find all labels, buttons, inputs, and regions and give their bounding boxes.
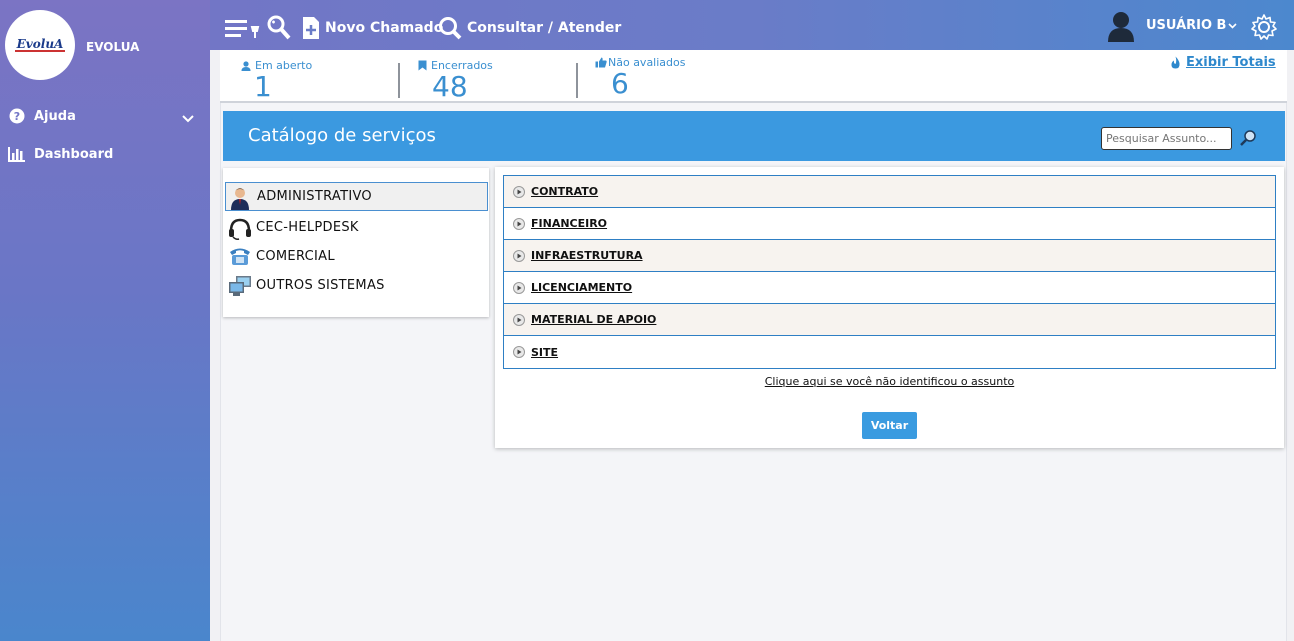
expand-arrow-icon — [513, 313, 525, 326]
divider — [576, 63, 578, 98]
thumbs-up-icon — [595, 57, 607, 68]
category-label: OUTROS SISTEMAS — [256, 278, 385, 293]
subject-row-material-de-apoio[interactable]: MATERIAL DE APOIO — [504, 304, 1275, 336]
bar-chart-icon — [8, 145, 26, 163]
subject-row-infraestrutura[interactable]: INFRAESTRUTURA — [504, 240, 1275, 272]
sidebar-item-ajuda[interactable]: ? Ajuda — [8, 107, 76, 125]
expand-arrow-icon — [513, 217, 525, 230]
subject-list: CONTRATO FINANCEIRO INFRAESTRUTURA LICEN… — [503, 175, 1276, 369]
advanced-search-icon[interactable] — [266, 14, 292, 42]
search-icon — [439, 17, 462, 40]
catalog-header: Catálogo de serviços — [223, 111, 1285, 161]
computers-icon — [228, 275, 251, 297]
search-subject-input[interactable] — [1101, 127, 1232, 150]
logo-text: EvoluA — [14, 37, 66, 52]
person-icon — [241, 60, 251, 71]
subject-label: CONTRATO — [531, 185, 599, 198]
chevron-down-icon — [1228, 22, 1238, 29]
subject-label: SITE — [531, 345, 559, 359]
catalog-title: Catálogo de serviços — [248, 125, 436, 146]
fire-icon — [1171, 56, 1180, 69]
stat-encerrados-value[interactable]: 48 — [432, 73, 468, 101]
menu-pin-icon[interactable] — [224, 17, 262, 41]
category-outros-sistemas[interactable]: OUTROS SISTEMAS — [225, 271, 488, 300]
category-list: ADMINISTRATIVO CEC-HELPDESK COMERCIAL OU… — [223, 168, 489, 317]
expand-arrow-icon — [513, 346, 525, 358]
question-circle-icon: ? — [8, 107, 26, 125]
exibir-totais-link[interactable]: Exibir Totais — [1170, 55, 1276, 70]
bookmark-icon — [418, 60, 427, 71]
user-name: USUÁRIO B — [1146, 18, 1227, 33]
category-cec-helpdesk[interactable]: CEC-HELPDESK — [225, 213, 488, 242]
expand-arrow-icon — [513, 249, 525, 262]
top-bar: Novo Chamado Consultar / Atender USUÁRIO… — [210, 0, 1294, 50]
consultar-label: Consultar / Atender — [467, 20, 622, 36]
new-document-icon — [303, 17, 319, 39]
gear-icon[interactable] — [1250, 13, 1278, 45]
expand-arrow-icon — [513, 185, 525, 198]
search-icon[interactable] — [1239, 129, 1257, 151]
consultar-button[interactable]: Consultar / Atender — [438, 16, 621, 40]
svg-text:?: ? — [14, 110, 20, 123]
sidebar: EvoluA EVOLUA ? Ajuda Dashboard — [0, 0, 210, 641]
subject-row-licenciamento[interactable]: LICENCIAMENTO — [504, 272, 1275, 304]
expand-arrow-icon — [513, 281, 525, 294]
stats-bar — [220, 50, 1287, 103]
subject-label: LICENCIAMENTO — [531, 281, 633, 294]
not-found-link[interactable]: Clique aqui se você não identificou o as… — [495, 375, 1284, 388]
stat-nao-avaliados-label: Não avaliados — [595, 56, 685, 69]
stat-nao-avaliados-value[interactable]: 6 — [611, 70, 629, 98]
subject-label: MATERIAL DE APOIO — [531, 313, 657, 326]
subject-row-financeiro[interactable]: FINANCEIRO — [504, 208, 1275, 240]
novo-chamado-label: Novo Chamado — [325, 20, 444, 36]
brand-name: EVOLUA — [86, 40, 140, 54]
divider — [398, 63, 400, 98]
category-label: CEC-HELPDESK — [256, 220, 359, 235]
sidebar-item-label: Ajuda — [34, 108, 76, 124]
subject-row-contrato[interactable]: CONTRATO — [504, 176, 1275, 208]
voltar-button[interactable]: Voltar — [862, 412, 917, 439]
category-label: COMERCIAL — [256, 249, 335, 264]
sidebar-item-dashboard[interactable]: Dashboard — [8, 145, 113, 163]
sidebar-item-label: Dashboard — [34, 146, 114, 162]
businessman-icon — [229, 186, 251, 210]
telephone-icon — [228, 246, 250, 268]
subject-label: FINANCEIRO — [531, 217, 608, 230]
user-menu[interactable]: USUÁRIO B — [1146, 18, 1238, 33]
stat-em-aberto-label: Em aberto — [241, 59, 312, 72]
category-comercial[interactable]: COMERCIAL — [225, 242, 488, 271]
user-avatar-icon[interactable] — [1106, 10, 1136, 46]
subject-row-site[interactable]: SITE — [504, 336, 1275, 368]
subject-label: INFRAESTRUTURA — [531, 249, 643, 262]
novo-chamado-button[interactable]: Novo Chamado — [302, 16, 443, 40]
logo[interactable]: EvoluA — [5, 10, 75, 80]
subject-panel: CONTRATO FINANCEIRO INFRAESTRUTURA LICEN… — [495, 167, 1284, 448]
stat-em-aberto-value[interactable]: 1 — [254, 73, 272, 101]
category-administrativo[interactable]: ADMINISTRATIVO — [225, 182, 488, 211]
chevron-down-icon[interactable] — [182, 108, 194, 127]
headset-icon — [228, 217, 251, 240]
category-label: ADMINISTRATIVO — [257, 189, 372, 204]
